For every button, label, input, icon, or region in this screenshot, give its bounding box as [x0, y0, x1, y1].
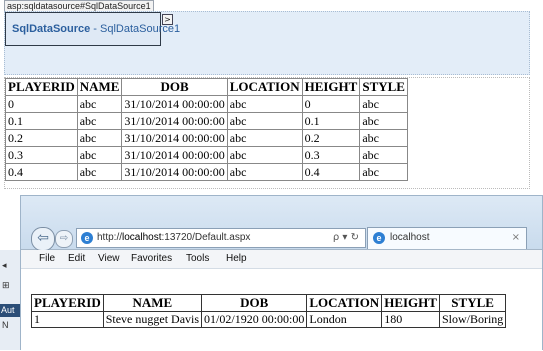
forward-button[interactable]: ⇨ — [55, 230, 73, 248]
table-cell: abc — [76, 163, 123, 181]
table-row: 0 abc 31/10/2014 00:00:00 abc 0 abc — [5, 95, 408, 113]
table-cell: 0.4 — [5, 163, 78, 181]
url-scheme: http:// — [97, 232, 123, 243]
ide-side-panel: ◂ ⊞ Aut N — [0, 250, 21, 350]
table-cell: 0.2 — [5, 129, 78, 147]
name-column-label: N — [2, 320, 9, 330]
table-header-row: PLAYERID NAME DOB LOCATION HEIGHT STYLE — [31, 294, 507, 312]
sqldatasource-label: SqlDataSource - SqlDataSource1 — [12, 23, 180, 35]
tab-localhost[interactable]: e localhost × — [367, 227, 527, 249]
ds-type: SqlDataSource — [12, 23, 91, 35]
column-header: PLAYERID — [5, 78, 78, 96]
address-url[interactable]: http://localhost:13720/Default.aspx — [97, 229, 250, 247]
table-row: 0.3 abc 31/10/2014 00:00:00 abc 0.3 abc — [5, 146, 408, 164]
tab-title: localhost — [390, 232, 430, 243]
table-cell: abc — [359, 112, 408, 130]
table-cell: London — [306, 311, 383, 328]
back-button[interactable]: ⇦ — [31, 227, 55, 251]
ds-separator: - — [90, 23, 101, 35]
menu-file[interactable]: File — [39, 253, 55, 264]
table-cell: 0.1 — [5, 112, 78, 130]
table-cell: abc — [226, 95, 303, 113]
column-header: LOCATION — [306, 294, 383, 312]
column-header: HEIGHT — [381, 294, 440, 312]
column-header: NAME — [76, 78, 123, 96]
table-cell: 1 — [31, 311, 104, 328]
column-header: DOB — [121, 78, 228, 96]
url-host: localhost — [122, 232, 162, 243]
table-cell: 0 — [5, 95, 78, 113]
table-cell: 180 — [381, 311, 440, 328]
browser-chrome: ⇦ ⇨ e http://localhost:13720/Default.asp… — [21, 196, 542, 251]
table-cell: abc — [226, 146, 303, 164]
ie-icon: e — [81, 232, 93, 244]
menu-help[interactable]: Help — [226, 253, 247, 264]
address-bar[interactable]: e http://localhost:13720/Default.aspx ρ … — [76, 228, 366, 248]
table-cell: 31/10/2014 00:00:00 — [121, 163, 228, 181]
table-header-row: PLAYERID NAME DOB LOCATION HEIGHT STYLE — [5, 78, 408, 96]
table-cell: abc — [226, 112, 303, 130]
column-header: STYLE — [359, 78, 408, 96]
table-cell: 31/10/2014 00:00:00 — [121, 129, 228, 147]
menu-favorites[interactable]: Favorites — [131, 253, 172, 264]
menu-tools[interactable]: Tools — [186, 253, 209, 264]
table-cell: abc — [76, 129, 123, 147]
panel-icon[interactable]: ⊞ — [2, 280, 10, 291]
table-cell: 0 — [301, 95, 361, 113]
browser-window: ⇦ ⇨ e http://localhost:13720/Default.asp… — [20, 195, 543, 351]
column-header: NAME — [102, 294, 203, 312]
menu-view[interactable]: View — [98, 253, 120, 264]
chevron-right-icon[interactable]: > — [162, 14, 173, 25]
table-cell: Steve nugget Davis — [102, 311, 203, 328]
table-cell: 0.3 — [301, 146, 361, 164]
table-cell: 0.2 — [301, 129, 361, 147]
table-cell: 0.1 — [301, 112, 361, 130]
column-header: LOCATION — [226, 78, 303, 96]
table-cell: 31/10/2014 00:00:00 — [121, 112, 228, 130]
table-cell: abc — [359, 95, 408, 113]
ie-icon: e — [373, 232, 385, 244]
sqldatasource-box[interactable]: SqlDataSource - SqlDataSource1 — [5, 12, 180, 46]
table-cell: abc — [76, 112, 123, 130]
menu-bar: File Edit View Favorites Tools Help — [21, 250, 542, 269]
column-header: STYLE — [438, 294, 507, 312]
table-cell: 0.4 — [301, 163, 361, 181]
table-cell: abc — [359, 163, 408, 181]
column-header: PLAYERID — [31, 294, 104, 312]
url-path: :13720/Default.aspx — [161, 232, 251, 243]
table-cell: abc — [359, 129, 408, 147]
table-cell: abc — [226, 129, 303, 147]
autos-tab[interactable]: Aut — [0, 304, 20, 317]
table-cell: Slow/Boring — [438, 311, 507, 328]
table-cell: 31/10/2014 00:00:00 — [121, 95, 228, 113]
table-row: 0.1 abc 31/10/2014 00:00:00 abc 0.1 abc — [5, 112, 408, 130]
collapse-icon[interactable]: ◂ — [2, 260, 7, 271]
close-icon[interactable]: × — [512, 228, 520, 248]
table-cell: abc — [76, 95, 123, 113]
table-cell: abc — [359, 146, 408, 164]
column-header: DOB — [201, 294, 308, 312]
table-row: 1 Steve nugget Davis 01/02/1920 00:00:00… — [31, 311, 507, 328]
table-cell: 0.3 — [5, 146, 78, 164]
gridview-rendered: PLAYERID NAME DOB LOCATION HEIGHT STYLE … — [31, 294, 507, 328]
table-row: 0.4 abc 31/10/2014 00:00:00 abc 0.4 abc — [5, 163, 408, 181]
table-row: 0.2 abc 31/10/2014 00:00:00 abc 0.2 abc — [5, 129, 408, 147]
search-refresh-icon[interactable]: ρ ▾ ↻ — [333, 229, 359, 247]
table-cell: 01/02/1920 00:00:00 — [201, 311, 308, 328]
page-content: PLAYERID NAME DOB LOCATION HEIGHT STYLE … — [21, 269, 542, 351]
table-cell: abc — [226, 163, 303, 181]
column-header: HEIGHT — [301, 78, 361, 96]
table-cell: abc — [76, 146, 123, 164]
menu-edit[interactable]: Edit — [68, 253, 85, 264]
table-cell: 31/10/2014 00:00:00 — [121, 146, 228, 164]
gridview-design[interactable]: PLAYERID NAME DOB LOCATION HEIGHT STYLE … — [5, 78, 408, 181]
